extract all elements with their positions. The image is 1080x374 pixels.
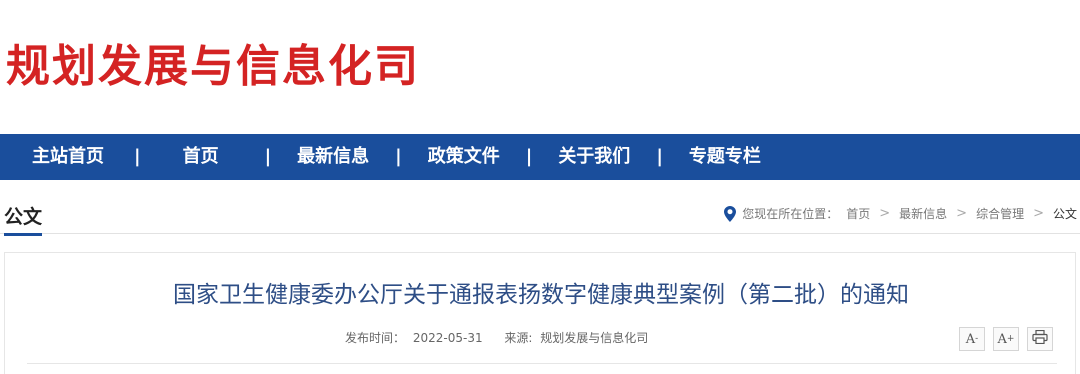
source-label: 来源: [504,331,533,345]
breadcrumb-arrow: > [1033,206,1044,221]
nav-item-home[interactable]: 首页 [183,134,219,180]
site-title: 规划发展与信息化司 [6,41,420,92]
publish-date: 2022-05-31 [412,331,483,345]
location-pin-icon [724,205,737,222]
publish-label: 发布时间： [345,331,406,345]
article-tools: A- A + [959,327,1053,351]
section-header: 公文 您现在所在位置： 首页 > 最新信息 > 综合管理 > 公文 [0,196,1080,236]
font-increase-label: A [997,331,1007,347]
site-brand: 规划发展与信息化司 [6,36,420,98]
nav-item-policy-docs[interactable]: 政策文件 [428,134,500,180]
font-decrease-button[interactable]: A- [959,327,985,351]
breadcrumb-arrow: > [879,206,891,221]
main-navbar: 主站首页 | 首页 | 最新信息 | 政策文件 | 关于我们 | 专题专栏 [0,134,1080,180]
section-title: 公文 [4,202,43,236]
breadcrumb-home[interactable]: 首页 [846,205,870,222]
nav-item-special-column[interactable]: 专题专栏 [689,134,761,180]
font-increase-button[interactable]: A + [993,327,1019,351]
article-meta: 发布时间： 2022-05-31 来源: 规划发展与信息化司 [345,329,652,346]
print-button[interactable] [1027,327,1053,351]
nav-item-latest-info[interactable]: 最新信息 [297,134,369,180]
breadcrumb-latest-info[interactable]: 最新信息 [899,205,947,222]
nav-item-about-us[interactable]: 关于我们 [558,134,630,180]
font-decrease-label: A [965,331,976,347]
nav-separator: | [395,146,402,167]
font-increase-sup: + [1006,334,1015,344]
nav-separator: | [525,146,533,167]
font-decrease-sup: - [975,334,979,344]
breadcrumb-prefix: 您现在所在位置： [742,207,839,221]
nav-item-main-home[interactable]: 主站首页 [32,134,104,180]
article-title: 国家卫生健康委办公厅关于通报表扬数字健康典型案例（第二批）的通知 [173,282,909,308]
article-card: 国家卫生健康委办公厅关于通报表扬数字健康典型案例（第二批）的通知 发布时间： 2… [4,252,1076,374]
breadcrumb: 您现在所在位置： 首页 > 最新信息 > 综合管理 > 公文 [724,205,1077,222]
nav-separator: | [656,146,663,167]
printer-icon [1032,329,1048,348]
breadcrumb-general-admin[interactable]: 综合管理 [976,205,1024,222]
nav-separator: | [134,146,141,167]
breadcrumb-arrow: > [956,206,968,221]
breadcrumb-current: 公文 [1052,207,1077,221]
article-divider [27,363,1057,364]
nav-separator: | [264,146,272,167]
source-value: 规划发展与信息化司 [540,331,649,345]
